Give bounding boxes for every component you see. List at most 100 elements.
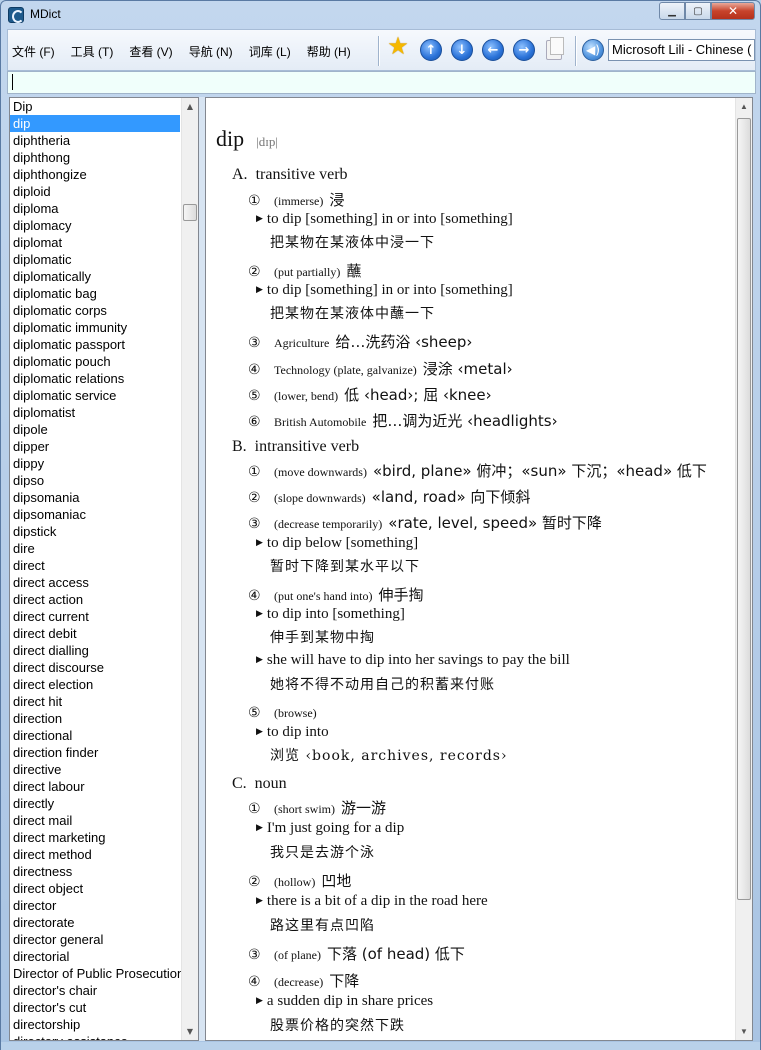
word-list-item[interactable]: direct current [10,608,182,625]
arrow-up-icon[interactable]: ↑ [420,39,442,61]
menu-file[interactable]: 文件 (F) [12,43,55,60]
word-list-item[interactable]: diphthongize [10,166,182,183]
scroll-thumb[interactable] [737,118,751,900]
text-caret [12,74,13,90]
definition-scrollbar[interactable]: ▲ ▼ [735,98,752,1040]
word-list-item[interactable]: direct [10,557,182,574]
word-list-item[interactable]: directory assistance [10,1033,182,1040]
word-list-item[interactable]: dipper [10,438,182,455]
word-list-item[interactable]: direct labour [10,778,182,795]
word-list-item[interactable]: directorship [10,1016,182,1033]
menu-help[interactable]: 帮助 (H) [307,43,351,60]
word-list-item[interactable]: direct debit [10,625,182,642]
word-list-item[interactable]: director's chair [10,982,182,999]
sense-translation: 伸手掏 [378,586,424,604]
example: ▶ to dip [something] in or into [somethin… [256,282,513,299]
word-list-item[interactable]: direction [10,710,182,727]
word-list-item[interactable]: dire [10,540,182,557]
maximize-button[interactable]: ▢ [685,2,711,20]
word-list-item[interactable]: diplomat [10,234,182,251]
sense-number: ③ [248,947,261,963]
word-list-item[interactable]: diphtheria [10,132,182,149]
word-list-item[interactable]: directly [10,795,182,812]
definition-pane: dip |dɪp| A. transitive verb ① (immerse) 浸… [205,97,753,1041]
word-list-item[interactable]: diplomatic service [10,387,182,404]
word-list-item[interactable]: diplomatic passport [10,336,182,353]
word-list-item[interactable]: diplomatic relations [10,370,182,387]
word-list[interactable]: Dip dip diphtheria diphthong diphthongize dip… [9,97,199,1041]
arrow-down-icon[interactable]: ↓ [451,39,473,61]
menu-tools[interactable]: 工具 (T) [71,43,114,60]
scroll-down-icon[interactable]: ▼ [182,1023,198,1040]
word-list-item[interactable]: directorial [10,948,182,965]
word-list-item[interactable]: direct access [10,574,182,591]
word-list-item[interactable]: dipstick [10,523,182,540]
scroll-down-icon[interactable]: ▼ [736,1023,752,1040]
word-list-item[interactable]: directional [10,727,182,744]
menu-navigate[interactable]: 导航 (N) [189,43,233,60]
arrow-forward-icon[interactable]: → [513,39,535,61]
word-list-item[interactable]: diplomatically [10,268,182,285]
word-list-item[interactable]: diplomatist [10,404,182,421]
word-list-item[interactable]: dipso [10,472,182,489]
sense: ⑤ (lower, bend) 低 ‹head›; 屈 ‹knee› [248,384,492,405]
word-list-item[interactable]: diploma [10,200,182,217]
word-list-item[interactable]: direct method [10,846,182,863]
word-list-scrollbar[interactable]: ▲ ▼ [181,98,198,1040]
word-list-item[interactable]: directness [10,863,182,880]
search-input[interactable] [7,71,756,94]
word-list-item[interactable]: director [10,897,182,914]
word-list-item[interactable]: diplomatic pouch [10,353,182,370]
word-list-item[interactable]: direction finder [10,744,182,761]
word-list-item[interactable]: dipole [10,421,182,438]
sense-number: ⑤ [248,388,261,404]
word-list-item[interactable]: direct hit [10,693,182,710]
example-text: to dip into [something] [266,606,405,622]
word-list-item[interactable]: direct dialling [10,642,182,659]
word-list-item[interactable]: directorate [10,914,182,931]
pos-letter: C. [232,775,247,792]
word-list-item[interactable]: direct action [10,591,182,608]
scroll-up-icon[interactable]: ▲ [182,98,198,115]
word-list-item[interactable]: diploid [10,183,182,200]
word-list-item[interactable]: direct mail [10,812,182,829]
word-list-item[interactable]: Dip [10,98,182,115]
example-text: she will have to dip into her savings to… [266,652,570,668]
word-list-item[interactable]: dipsomania [10,489,182,506]
arrow-back-icon[interactable]: ← [482,39,504,61]
word-list-item[interactable]: dip [10,115,180,132]
word-list-item[interactable]: diplomatic [10,251,182,268]
minimize-button[interactable]: ▁ [659,2,685,20]
voice-select[interactable]: Microsoft Lili - Chinese ( [608,39,755,61]
word-list-item[interactable]: dipsomaniac [10,506,182,523]
word-list-item[interactable]: diplomatic bag [10,285,182,302]
sense-translation: 下降 [329,972,360,990]
pronunciation: |dɪp| [256,134,278,149]
word-list-item[interactable]: diphthong [10,149,182,166]
menu-library[interactable]: 词库 (L) [249,43,291,60]
word-list-item[interactable]: director general [10,931,182,948]
window-controls: ▁ ▢ ✕ [659,2,755,20]
sense-number: ④ [248,588,261,604]
favorite-star-icon[interactable]: ★ [387,32,409,60]
word-list-item[interactable]: direct object [10,880,182,897]
sense: ② (slope downwards) «land, road» 向下倾斜 [248,486,530,507]
word-list-item[interactable]: directive [10,761,182,778]
sense: ③ (decrease temporarily) «rate, level, spe… [248,512,602,533]
word-list-item[interactable]: direct discourse [10,659,182,676]
close-button[interactable]: ✕ [711,2,755,20]
word-list-item[interactable]: Director of Public Prosecutions [10,965,182,982]
word-list-item[interactable]: diplomatic immunity [10,319,182,336]
word-list-item[interactable]: diplomacy [10,217,182,234]
word-list-item[interactable]: direct election [10,676,182,693]
scroll-up-icon[interactable]: ▲ [736,98,752,115]
menu-view[interactable]: 查看 (V) [129,43,172,60]
copy-icon[interactable] [546,37,564,60]
word-list-item[interactable]: dippy [10,455,182,472]
scroll-thumb[interactable] [183,204,197,221]
word-list-item[interactable]: director's cut [10,999,182,1016]
sense-label: British Automobile [274,415,367,429]
speaker-icon[interactable]: ◀) [582,39,604,61]
word-list-item[interactable]: direct marketing [10,829,182,846]
word-list-item[interactable]: diplomatic corps [10,302,182,319]
